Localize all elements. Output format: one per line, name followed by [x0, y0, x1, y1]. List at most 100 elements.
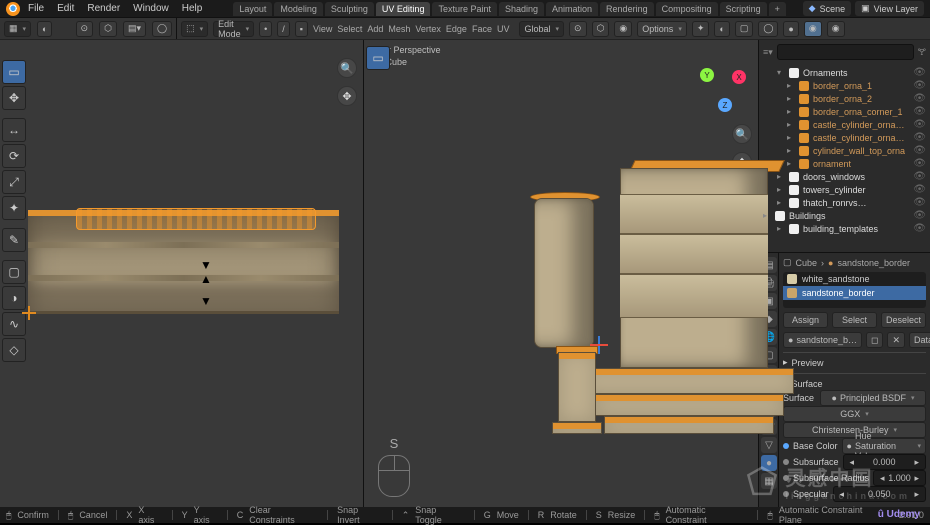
base-color-input[interactable]: ● Hue Saturation Value [842, 438, 926, 454]
tree-collection[interactable]: ▸Buildings👁 [763, 209, 926, 222]
tab-layout[interactable]: Layout [233, 2, 272, 16]
tab-rendering[interactable]: Rendering [600, 2, 654, 16]
vp-add-menu[interactable]: Add [367, 24, 383, 34]
vp-overlay-toggle[interactable]: ◐ [714, 21, 729, 37]
tree-collection[interactable]: ▸building_templates👁 [763, 222, 926, 235]
tab-animation[interactable]: Animation [546, 2, 598, 16]
breadcrumb-obj[interactable]: Cube [796, 258, 818, 268]
uv-pivot[interactable]: ⊙ [76, 21, 94, 37]
tree-collection[interactable]: ▸thatch_ronrvs…👁 [763, 196, 926, 209]
tab-shading[interactable]: Shading [499, 2, 544, 16]
surface-shader[interactable]: ● Principled BSDF [820, 390, 926, 406]
tree-item[interactable]: ▸castle_cylinder_orna_top👁 [763, 131, 926, 144]
vp-gizmo-toggle[interactable]: ✦ [692, 21, 710, 37]
nav-gizmo[interactable]: X Y Z [698, 64, 748, 114]
material-slot[interactable]: white_sandstone [783, 272, 926, 286]
assign-button[interactable]: Assign [783, 312, 828, 328]
tab-uv-editing[interactable]: UV Editing [376, 2, 431, 16]
tree-item[interactable]: ▸ornament👁 [763, 157, 926, 170]
uv-editor-pane[interactable]: ▭ ✥ ↔ ⟳ ⤢ ✦ ✎ ▢ ◑ ∿ ◇ 🔍 ✥ ▼▲ ▼ [0, 40, 364, 507]
material-link[interactable]: Data [909, 332, 930, 348]
uv-editor-type[interactable]: ▦ [4, 21, 31, 37]
tree-item[interactable]: ▸cylinder_wall_top_orna👁 [763, 144, 926, 157]
tree-collection-root[interactable]: ▾Ornaments👁 [763, 66, 926, 79]
vp-zoom-icon[interactable]: 🔍 [732, 124, 752, 144]
3d-viewport-pane[interactable]: User Perspective(1) Cube ▭ X Y Z 🔍 ✥ ▣ ▦ [364, 40, 758, 507]
tree-collection[interactable]: ▸doors_windows👁 [763, 170, 926, 183]
material-slot[interactable]: sandstone_border [783, 286, 926, 300]
tool-rip[interactable]: ▢ [2, 260, 26, 284]
tool-transform[interactable]: ✦ [2, 196, 26, 220]
menu-edit[interactable]: Edit [52, 3, 79, 14]
view-layer-selector[interactable]: ▣View Layer [855, 1, 924, 16]
scene-selector[interactable]: ◆Scene [803, 1, 851, 16]
tab-scripting[interactable]: Scripting [720, 2, 767, 16]
breadcrumb-mat[interactable]: sandstone_border [837, 258, 910, 268]
tab-add[interactable]: + [769, 2, 786, 16]
tab-texture-paint[interactable]: Texture Paint [432, 2, 497, 16]
material-slot-list[interactable]: white_sandstone sandstone_border [783, 272, 926, 308]
filter-icon[interactable]: 🝖 [918, 43, 926, 61]
tree-item[interactable]: ▸border_orna_corner_1👁 [763, 105, 926, 118]
ptab-texture[interactable]: ▦ [761, 473, 777, 489]
surface-header[interactable]: ▾Surface [783, 377, 926, 390]
uv-snap[interactable]: ⬡ [99, 21, 117, 37]
vp-orientation[interactable]: Global [519, 21, 564, 37]
axis-x-icon[interactable]: X [732, 70, 746, 84]
tool-rotate[interactable]: ⟳ [2, 144, 26, 168]
vp-view-menu[interactable]: View [313, 24, 332, 34]
tab-compositing[interactable]: Compositing [656, 2, 718, 16]
vp-shading-render[interactable]: ◉ [827, 21, 845, 37]
ptab-mesh[interactable]: ▽ [761, 437, 777, 453]
distribution[interactable]: GGX [783, 406, 926, 422]
material-fake[interactable]: ✕ [887, 332, 905, 348]
vp-edge-menu[interactable]: Edge [446, 24, 467, 34]
vp-mode[interactable]: Edit Mode [213, 21, 254, 37]
tool-pinch[interactable]: ◇ [2, 338, 26, 362]
vp-uv-menu[interactable]: UV [497, 24, 510, 34]
vp-sel-vert[interactable]: • [259, 21, 272, 37]
vp-editor-type[interactable]: ⬚ [181, 21, 208, 37]
vp-tool-select[interactable]: ▭ [366, 46, 390, 70]
uv-overlay[interactable]: ◯ [152, 21, 172, 37]
tree-item[interactable]: ▸border_orna_2👁 [763, 92, 926, 105]
tool-move[interactable]: ↔ [2, 118, 26, 142]
uv-pan-icon[interactable]: ✥ [337, 86, 357, 106]
menu-help[interactable]: Help [177, 3, 208, 14]
menu-render[interactable]: Render [82, 3, 125, 14]
tool-select-box[interactable]: ▭ [2, 60, 26, 84]
axis-y-icon[interactable]: Y [700, 68, 714, 82]
tool-cursor[interactable]: ✥ [2, 86, 26, 110]
uv-2d-cursor-icon[interactable] [22, 306, 36, 320]
outliner-search-input[interactable] [777, 44, 914, 60]
vp-sel-edge[interactable]: / [277, 21, 290, 37]
tab-sculpting[interactable]: Sculpting [325, 2, 374, 16]
tree-item[interactable]: ▸border_orna_1👁 [763, 79, 926, 92]
tool-scale[interactable]: ⤢ [2, 170, 26, 194]
vp-shading-matprev[interactable]: ◉ [804, 21, 822, 37]
uv-zoom-icon[interactable]: 🔍 [337, 58, 357, 78]
vp-shading-wire[interactable]: ◯ [758, 21, 778, 37]
tab-modeling[interactable]: Modeling [274, 2, 323, 16]
subsurface-radius-field[interactable]: ◂1.000▸ [873, 470, 926, 486]
material-browse[interactable]: ● sandstone_b… [783, 332, 862, 348]
vp-select-menu[interactable]: Select [337, 24, 362, 34]
vp-xray[interactable]: ▢ [735, 21, 754, 37]
vp-shading-solid[interactable]: ● [783, 21, 798, 37]
uv-image-menu[interactable]: ▤▾ [123, 21, 146, 37]
material-users[interactable]: ◻ [866, 332, 883, 348]
deselect-button[interactable]: Deselect [881, 312, 926, 328]
menu-file[interactable]: File [23, 3, 49, 14]
ptab-material[interactable]: ● [761, 455, 777, 471]
vp-options[interactable]: Options [637, 21, 687, 37]
vp-mesh-menu[interactable]: Mesh [388, 24, 410, 34]
vp-sel-face[interactable]: ▪ [295, 21, 308, 37]
subsurface-field[interactable]: ◂0.000▸ [843, 454, 926, 470]
tool-annotate[interactable]: ✎ [2, 228, 26, 252]
tree-item[interactable]: ▸castle_cylinder_orna_bottom👁 [763, 118, 926, 131]
vp-vertex-menu[interactable]: Vertex [415, 24, 441, 34]
menu-window[interactable]: Window [128, 3, 174, 14]
vp-pivot[interactable]: ⊙ [569, 21, 587, 37]
vp-face-menu[interactable]: Face [472, 24, 492, 34]
vp-snap[interactable]: ⬡ [592, 21, 610, 37]
